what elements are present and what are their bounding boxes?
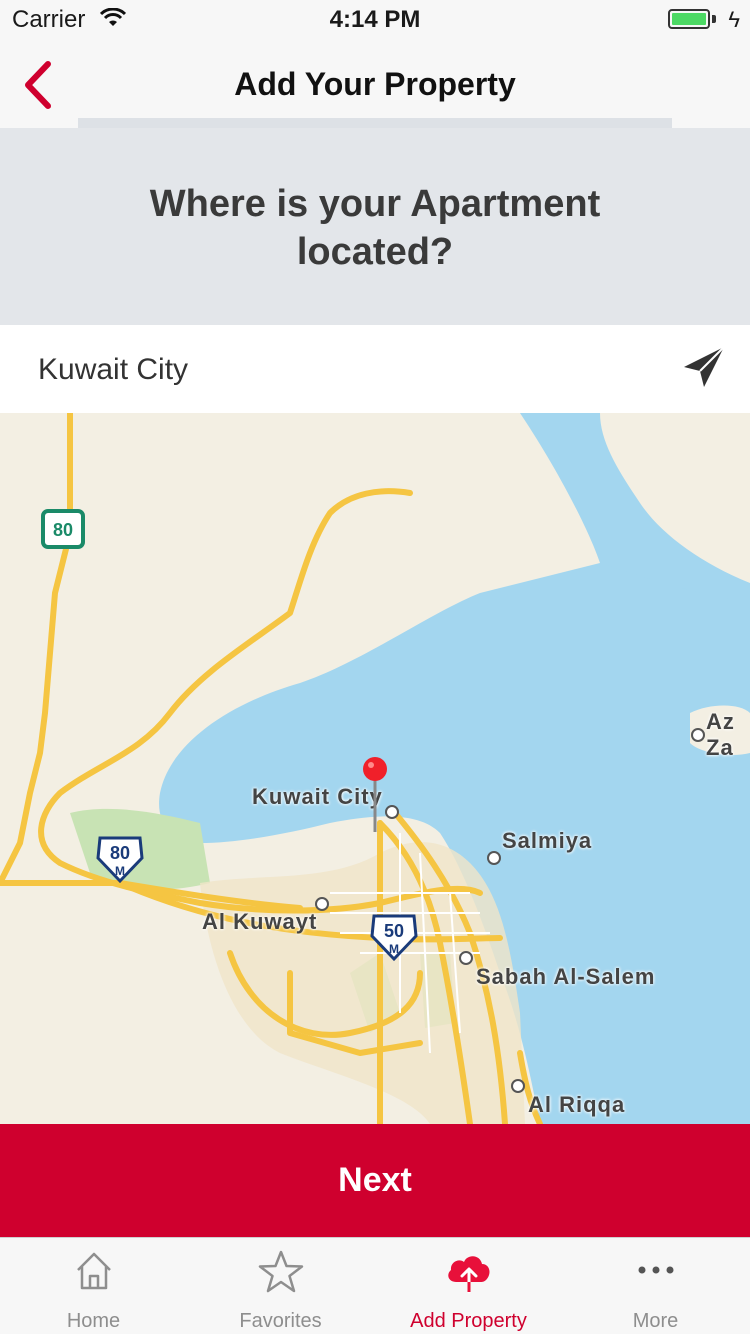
location-input[interactable]: [36, 345, 640, 395]
clock: 4:14 PM: [329, 6, 421, 33]
route-80-shield: 80: [41, 509, 85, 549]
map-label-al-kuwayt: Al Kuwayt: [202, 909, 318, 934]
map-label-al-riqqa: Al Riqqa: [528, 1092, 626, 1117]
question-heading: Where is your Apartment located?: [149, 183, 601, 273]
map-label-az-zor: Az Za: [706, 709, 735, 760]
svg-text:M: M: [389, 942, 399, 956]
svg-text:M: M: [115, 864, 125, 878]
tab-label-favorites: Favorites: [239, 1310, 322, 1332]
tab-more[interactable]: More: [562, 1238, 749, 1335]
location-search-row: [0, 325, 750, 413]
star-icon: [258, 1250, 303, 1293]
page-title: Add Your Property: [234, 66, 516, 102]
location-pin-icon[interactable]: [361, 756, 389, 836]
tab-bar: Home Favorites Add Property More: [0, 1237, 750, 1334]
battery-icon: [668, 9, 710, 29]
question-panel: Where is your Apartment located?: [0, 128, 750, 325]
map-label-salmiya: Salmiya: [502, 828, 593, 853]
more-dots-icon: [638, 1266, 673, 1274]
paper-plane-icon: [684, 346, 725, 387]
tab-label-add-property: Add Property: [410, 1310, 527, 1332]
svg-text:80: 80: [53, 520, 73, 540]
charging-bolt-icon: ϟ: [728, 7, 740, 32]
map-label-sabah-al-salem: Sabah Al-Salem: [476, 964, 656, 989]
tab-add-property[interactable]: Add Property: [375, 1238, 562, 1335]
header-tab-strip: [78, 118, 672, 128]
tab-home[interactable]: Home: [0, 1238, 187, 1335]
svg-text:50: 50: [384, 921, 404, 941]
tab-label-home: Home: [66, 1310, 121, 1332]
svg-text:80: 80: [110, 843, 130, 863]
next-button[interactable]: Next: [0, 1124, 750, 1237]
map-view[interactable]: 80 80 M 50 M Kuwait City Salmiya Al Kuwa…: [0, 413, 750, 1124]
tab-favorites[interactable]: Favorites: [187, 1238, 374, 1335]
locate-button[interactable]: [682, 345, 726, 389]
battery-cap: [712, 15, 716, 23]
home-icon: [76, 1252, 111, 1290]
navigation-bar: Add Your Property: [0, 40, 750, 128]
cloud-upload-icon: [447, 1256, 489, 1294]
status-bar: Carrier 4:14 PM ϟ: [0, 0, 750, 40]
tab-label-more: More: [632, 1310, 679, 1332]
